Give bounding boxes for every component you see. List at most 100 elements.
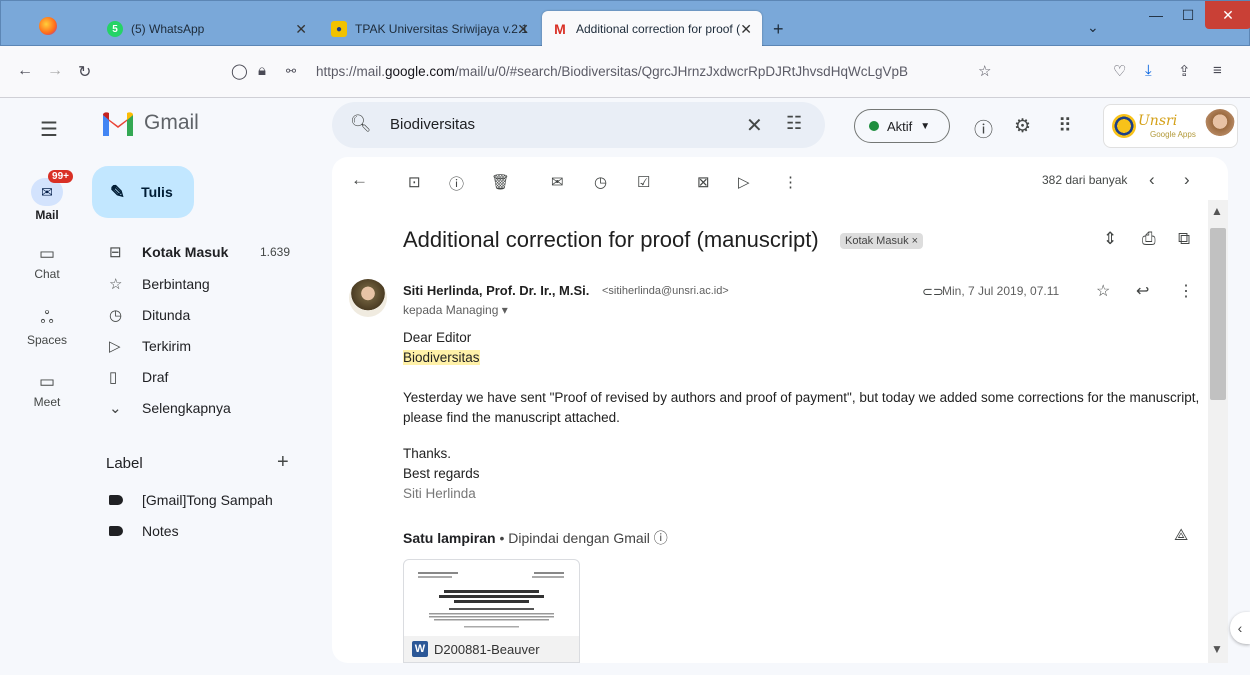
body-greeting: Dear Editor <box>403 330 472 345</box>
side-panel-toggle-icon[interactable]: ‹ <box>1230 612 1250 644</box>
rail-mail[interactable]: ✉ 99+ Mail <box>0 170 94 222</box>
add-to-drive-icon[interactable]: ⟁ <box>1174 527 1188 545</box>
mark-unread-icon[interactable]: ✉ <box>551 173 564 191</box>
gmail-logo[interactable]: Gmail <box>101 110 199 136</box>
inbox-label-chip[interactable]: Kotak Masuk × <box>840 233 924 249</box>
minimize-icon[interactable]: — <box>1139 1 1173 29</box>
nav-item-sent[interactable]: ▷ Terkirim <box>102 332 302 360</box>
compose-button[interactable]: ✎ Tulis <box>92 166 194 218</box>
settings-gear-icon[interactable]: ⚙ <box>1014 115 1031 138</box>
url-field[interactable]: https://mail.google.com/mail/u/0/#search… <box>316 64 908 79</box>
permissions-icon[interactable]: ⚯ <box>286 64 296 78</box>
close-tab-icon[interactable]: ✕ <box>740 21 752 38</box>
list-tabs-chevron-icon[interactable]: ⌄ <box>1087 19 1099 36</box>
open-new-window-icon[interactable]: ⧉ <box>1178 229 1190 249</box>
labels-heading: Label <box>106 455 143 472</box>
share-icon[interactable]: ⇪ <box>1178 62 1191 80</box>
label-item-trash[interactable]: [Gmail]Tong Sampah <box>102 486 302 514</box>
shield-icon[interactable]: ◯ <box>231 62 248 80</box>
print-icon[interactable]: ⎙ <box>1142 229 1156 249</box>
move-to-icon[interactable]: ⊠ <box>697 173 710 191</box>
search-input[interactable]: Biodiversitas <box>390 116 475 133</box>
tab-whatsapp[interactable]: 5 (5) WhatsApp ✕ <box>97 11 317 47</box>
status-dropdown[interactable]: Aktif ▼ <box>854 109 950 143</box>
add-label-icon[interactable]: + <box>277 451 289 474</box>
account-avatar[interactable] <box>1204 109 1236 145</box>
chevron-down-icon: ▼ <box>920 120 931 132</box>
inbox-icon: ⊟ <box>109 244 122 261</box>
scroll-up-icon[interactable]: ▲ <box>1211 204 1223 218</box>
search-icon[interactable]: 🔍︎ <box>350 114 372 134</box>
sender-name[interactable]: Siti Herlinda, Prof. Dr. Ir., M.Si. <box>403 283 589 298</box>
back-to-list-icon[interactable]: ← <box>351 170 368 190</box>
newer-chevron-icon[interactable]: ‹ <box>1149 170 1155 190</box>
org-logo-subtext: Google Apps <box>1150 130 1196 139</box>
paging-text: 382 dari banyak <box>1042 173 1128 187</box>
nav-item-more[interactable]: ⌄ Selengkapnya <box>102 394 302 422</box>
help-icon[interactable]: ⓘ <box>974 115 993 142</box>
lock-icon[interactable]: 🔒︎ <box>258 62 266 79</box>
nav-item-snoozed[interactable]: ◷ Ditunda <box>102 301 302 329</box>
label-icon[interactable]: ▷ <box>738 173 750 191</box>
window-close-icon[interactable]: ✕ <box>1205 1 1250 29</box>
compose-label: Tulis <box>141 184 173 200</box>
close-tab-icon[interactable]: ✕ <box>517 21 529 38</box>
gmail-icon: M <box>554 21 566 37</box>
reply-icon[interactable]: ↩ <box>1136 281 1149 301</box>
new-tab-icon[interactable]: + <box>773 19 784 40</box>
archive-icon[interactable]: ⊡ <box>408 173 421 191</box>
maximize-icon[interactable]: ☐ <box>1171 1 1205 29</box>
pencil-icon: ✎ <box>110 181 126 202</box>
scroll-down-icon[interactable]: ▼ <box>1211 642 1223 656</box>
attachment-card[interactable]: W D200881-Beauver <box>403 559 580 663</box>
collapse-all-icon[interactable]: ⇕ <box>1103 229 1117 249</box>
tab-gmail[interactable]: M Additional correction for proof ( ✕ <box>542 11 762 47</box>
apps-grid-icon[interactable]: ⠿ <box>1058 115 1072 138</box>
recipients-dropdown[interactable]: kepada Managing ▾ <box>403 303 508 317</box>
body-thanks: Thanks. <box>403 446 452 461</box>
main-menu-icon[interactable]: ☰ <box>40 117 58 142</box>
spaces-icon: ஃ <box>40 308 54 327</box>
report-spam-icon[interactable]: ⓘ <box>449 173 464 194</box>
delete-trash-icon[interactable]: 🗑︎ <box>491 173 510 191</box>
document-preview <box>418 572 564 628</box>
nav-item-starred[interactable]: ☆ Berbintang <box>102 270 302 298</box>
bookmark-star-icon[interactable]: ☆ <box>978 62 991 80</box>
more-vert-icon[interactable]: ⋮ <box>783 173 798 191</box>
snooze-clock-icon[interactable]: ◷ <box>594 173 607 191</box>
search-bar[interactable]: 🔍︎ Biodiversitas ✕ ☷ <box>332 102 825 148</box>
message-subject: Additional correction for proof (manuscr… <box>403 227 819 252</box>
nav-item-inbox[interactable]: ⊟ Kotak Masuk 1.639 <box>102 238 302 266</box>
more-vert-icon[interactable]: ⋮ <box>1178 281 1194 301</box>
sender-avatar[interactable] <box>349 279 387 317</box>
back-arrow-icon[interactable]: ← <box>17 62 33 80</box>
label-item-notes[interactable]: Notes <box>102 517 302 545</box>
account-area[interactable]: Unsri Google Apps <box>1103 104 1238 148</box>
star-icon[interactable]: ☆ <box>1096 281 1110 301</box>
gmail-wordmark: Gmail <box>144 111 199 134</box>
tab-tpak[interactable]: ● TPAK Universitas Sriwijaya v.2.1 ✕ <box>321 11 539 47</box>
older-chevron-icon[interactable]: › <box>1184 170 1190 190</box>
star-icon: ☆ <box>109 276 123 293</box>
scrollbar-thumb[interactable] <box>1210 228 1226 400</box>
app-menu-icon[interactable]: ≡ <box>1213 62 1222 79</box>
clear-search-icon[interactable]: ✕ <box>746 113 763 138</box>
nav-label: Terkirim <box>142 338 191 354</box>
firefox-logo-icon[interactable] <box>39 17 57 35</box>
rail-meet[interactable]: ▭ Meet <box>0 372 94 409</box>
add-task-icon[interactable]: ☑ <box>637 173 650 191</box>
forward-arrow-icon[interactable]: → <box>47 62 63 80</box>
scrollbar[interactable]: ▲ ▼ <box>1208 200 1228 663</box>
downloads-icon[interactable]: ⤓ <box>1145 62 1152 79</box>
reload-icon[interactable]: ↻ <box>78 62 91 82</box>
close-tab-icon[interactable]: ✕ <box>295 21 307 38</box>
rail-spaces[interactable]: ஃ Spaces <box>0 308 94 347</box>
rail-meet-label: Meet <box>33 395 61 409</box>
attachments-heading: Satu lampiran • Dipindai dengan Gmail ⓘ <box>403 530 668 546</box>
pocket-icon[interactable]: ♡ <box>1113 62 1126 80</box>
search-options-icon[interactable]: ☷ <box>786 113 802 134</box>
rail-chat[interactable]: ▭ Chat <box>0 244 94 281</box>
rail-mail-label: Mail <box>35 208 59 222</box>
nav-item-drafts[interactable]: ▯ Draf <box>102 363 302 391</box>
unread-badge: 99+ <box>48 170 73 183</box>
